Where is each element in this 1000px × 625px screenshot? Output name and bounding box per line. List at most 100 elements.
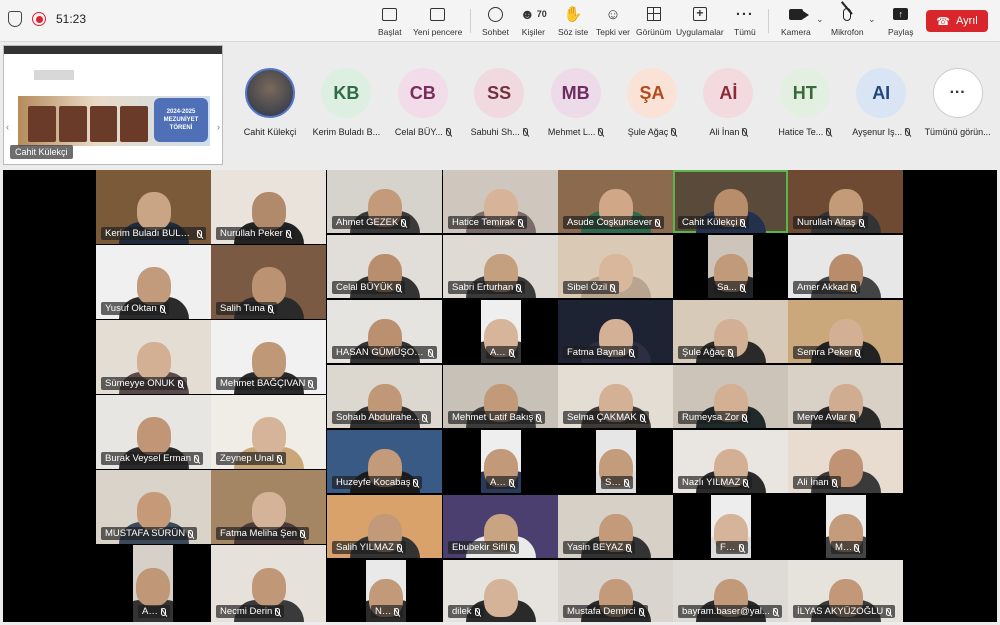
video-tile[interactable]: Nurullah Peker (211, 170, 326, 244)
video-tile[interactable]: Ad... (133, 545, 173, 622)
apps-button[interactable]: + Uygulamalar (676, 5, 724, 37)
mic-muted-icon (394, 607, 399, 616)
video-tile[interactable]: Nurullah Altaş (788, 170, 903, 233)
mic-button[interactable]: Mikrofon (831, 5, 864, 37)
leave-button[interactable]: ☎ Ayrıl (926, 10, 988, 32)
video-tile[interactable]: Zeynep Unal (211, 395, 326, 469)
camera-icon (788, 8, 809, 20)
start-button[interactable]: Başlat (378, 5, 402, 37)
video-tile[interactable]: Ebubekir Sifil (443, 495, 558, 558)
tile-name-label: Necmi Derin (216, 605, 285, 618)
video-tile[interactable]: Ay... (481, 300, 521, 363)
strip-participant[interactable]: MB Mehmet L... (538, 68, 614, 137)
people-label: Kişiler (521, 27, 545, 37)
video-tile[interactable]: Rumeysa Zor (673, 365, 788, 428)
chat-button[interactable]: Sohbet (482, 5, 509, 37)
mic-muted-icon (851, 283, 857, 292)
video-tile[interactable]: HASAN GÜMÜŞOĞLU (327, 300, 442, 363)
video-tile[interactable]: Al... (481, 430, 521, 493)
video-tile[interactable]: Nazlı YILMAZ (673, 430, 788, 493)
share-button[interactable]: ↑ Paylaş (888, 5, 914, 37)
strip-participant[interactable]: Cahit Külekçi (232, 68, 308, 137)
tile-name-text: Sa... (717, 282, 737, 293)
video-tile[interactable]: Mehmet BAĞÇIVAN (211, 320, 326, 394)
strip-participant[interactable]: ŞA Şule Ağaç (614, 68, 690, 137)
video-tile[interactable]: bayram.baser@yal... (673, 560, 788, 622)
shared-screen-thumbnail[interactable]: 2024-2025 MEZUNİYET TÖRENİ ‹ › Cahit Kül… (3, 45, 223, 165)
video-tile[interactable]: Necmi Derin (211, 545, 326, 622)
people-button[interactable]: ☻ 70 Kişiler (520, 5, 547, 37)
strip-participant[interactable]: AI Ayşenur Iş... (843, 68, 919, 137)
camera-button[interactable]: Kamera (781, 5, 811, 37)
video-tile[interactable]: Huzeyfe Kocabaş (327, 430, 442, 493)
participant-video-face (136, 267, 171, 306)
mic-options-chevron-icon[interactable]: ⌄ (868, 14, 876, 25)
video-tile[interactable]: Ahmet GEZEK (327, 170, 442, 233)
mic-muted-icon (905, 128, 911, 136)
avatar: ŞA (627, 68, 677, 118)
video-tile[interactable]: Yusuf Oktan (96, 245, 211, 319)
video-tile[interactable]: dilek (443, 560, 558, 622)
leave-label: Ayrıl (955, 15, 978, 27)
view-button[interactable]: Görünüm (636, 5, 671, 37)
mic-muted-icon (536, 413, 542, 422)
video-tile[interactable]: Fatma Meliha Şen (211, 470, 326, 544)
ellipsis-icon: ··· (735, 5, 754, 23)
raise-hand-button[interactable]: ✋ Söz iste (558, 5, 588, 37)
video-tile[interactable]: Ali İnan (788, 430, 903, 493)
video-tile[interactable]: Fatma Baynal (558, 300, 673, 363)
tile-name-text: Kerim Buladı BULADI (105, 228, 194, 239)
react-label: Tepki ver (596, 27, 631, 37)
video-tile[interactable]: Mu... (826, 495, 866, 558)
video-tile[interactable]: Mustafa Demirci (558, 560, 673, 622)
video-tile[interactable]: Sabri Erturhan (443, 235, 558, 298)
video-tile[interactable]: Kerim Buladı BULADI (96, 170, 211, 244)
video-tile[interactable]: MUSTAFA SÜRÜN (96, 470, 211, 544)
mic-muted-icon (854, 543, 859, 552)
video-tile[interactable]: Fa... (711, 495, 751, 558)
strip-participant[interactable]: CB Celal BÜY... (385, 68, 461, 137)
see-all-participants[interactable]: ··· Tümünü görün... (920, 68, 996, 137)
video-tile[interactable]: Celal BÜYÜK (327, 235, 442, 298)
video-tile[interactable]: Sohaıb Abdulrahe... (327, 365, 442, 428)
react-button[interactable]: ☺ Tepki ver (596, 5, 631, 38)
video-tile[interactable]: Amer Akkad (788, 235, 903, 298)
video-tile[interactable]: Hatice Temirak (443, 170, 558, 233)
tile-name-label: Sa... (601, 476, 633, 489)
video-tile[interactable]: Yasin BEYAZ (558, 495, 673, 558)
share-label: Paylaş (888, 27, 914, 37)
video-tile[interactable]: İLYAS AKYÜZOĞLU (788, 560, 903, 622)
video-tile[interactable]: Sa... (708, 235, 753, 298)
video-tile[interactable]: Burak Veysel Erman (96, 395, 211, 469)
video-tile[interactable]: Selma ÇAKMAK (558, 365, 673, 428)
tile-name-text: Ali İnan (797, 477, 829, 488)
new-window-button[interactable]: Yeni pencere (413, 5, 462, 37)
tile-name-label: Mu... (831, 541, 863, 554)
shield-icon[interactable] (8, 11, 22, 27)
video-tile[interactable]: Sümeyye ONUK (96, 320, 211, 394)
camera-options-chevron-icon[interactable]: ⌄ (816, 14, 824, 25)
video-tile[interactable]: Mehmet Latif Bakış (443, 365, 558, 428)
status-area: 51:23 (8, 11, 86, 27)
video-tile[interactable]: Asude Coşkunsever (558, 170, 673, 233)
tile-name-text: Hatice Temirak (452, 217, 515, 228)
video-tile[interactable]: Salih Tuna (211, 245, 326, 319)
strip-participant[interactable]: SS Sabuhi Sh... (461, 68, 537, 137)
video-tile[interactable]: Sibel Özil (558, 235, 673, 298)
video-tile[interactable]: Salih YILMAZ (327, 495, 442, 558)
video-tile[interactable]: Semra Peker (788, 300, 903, 363)
video-tile[interactable]: Merve Avlar (788, 365, 903, 428)
tile-name-label: Salih Tuna (216, 302, 277, 315)
strip-participant[interactable]: HT Hatice Te... (767, 68, 843, 137)
more-button[interactable]: ··· Tümü (734, 5, 756, 38)
video-tile[interactable]: Na... (366, 560, 406, 622)
strip-participant[interactable]: Aİ Ali İnan (690, 68, 766, 137)
recording-icon[interactable] (32, 12, 46, 26)
video-tile[interactable]: Sa... (596, 430, 636, 493)
mic-muted-icon (739, 543, 744, 552)
video-tile[interactable]: Şule Ağaç (673, 300, 788, 363)
participant-video-face (251, 492, 286, 531)
strip-participant[interactable]: KB Kerim Buladı B... (308, 68, 384, 137)
tile-name-text: Asude Coşkunsever (567, 217, 653, 228)
video-tile[interactable]: Cahit Külekçi (673, 170, 788, 233)
